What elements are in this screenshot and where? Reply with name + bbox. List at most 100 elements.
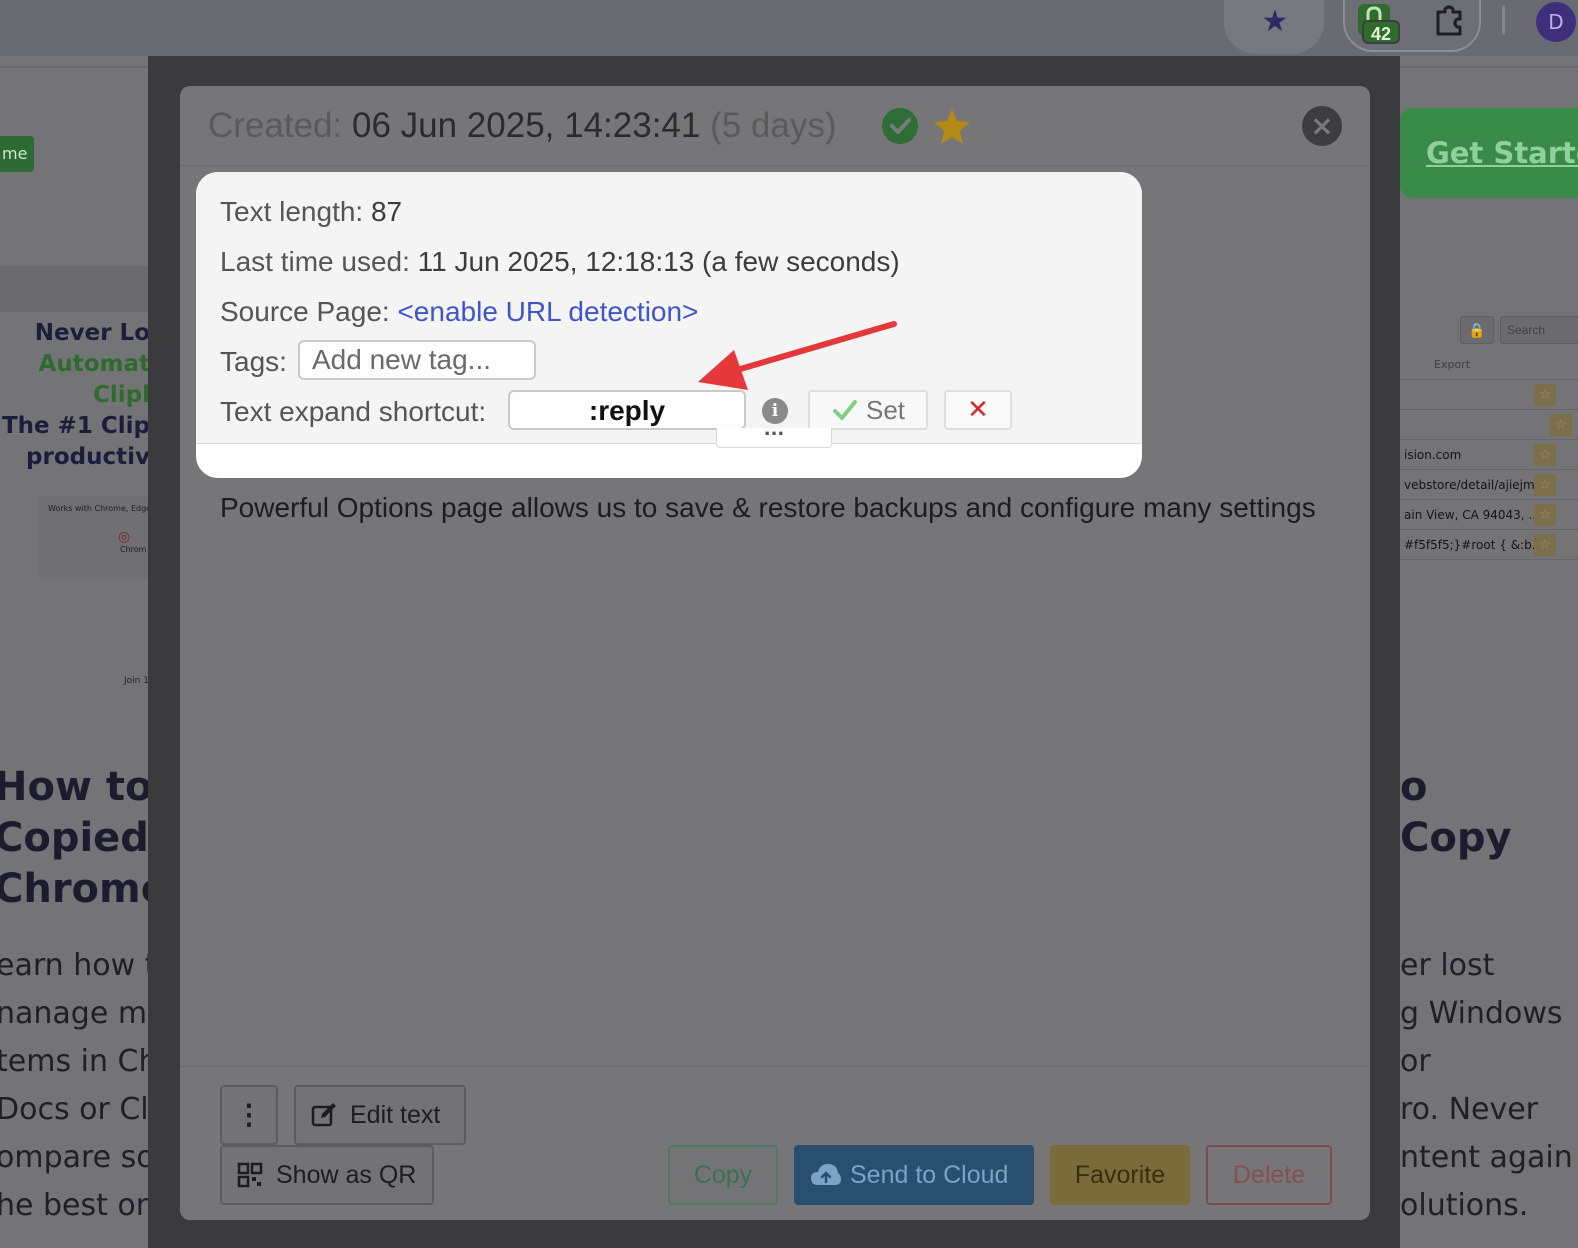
chrome-logo-icon: ◎ [118,529,131,545]
source-page-label: Source Page: [220,296,390,327]
clear-shortcut-button[interactable]: ✕ [944,390,1012,430]
created-value: 06 Jun 2025, 14:23:41 [351,106,701,145]
paragraph-line: er lost [1400,948,1495,983]
edit-text-label: Edit text [350,1101,441,1129]
star-icon: ☆ [1534,444,1556,466]
last-used-row: Last time used: 11 Jun 2025, 12:18:13 (a… [220,246,900,278]
qr-code-icon [237,1162,263,1188]
send-to-cloud-label: Send to Cloud [850,1161,1009,1189]
table-row: ain View, CA 94043, ... ☆ [1400,500,1578,530]
background-search: Search [1500,316,1578,344]
delete-button[interactable]: Delete [1206,1145,1332,1205]
card-caption: Works with Chrome, Edge, [48,504,150,513]
paragraph-line: Docs or Clip [0,1092,150,1127]
shortcut-input[interactable]: :reply [508,390,746,430]
star-icon: ☆ [1550,414,1572,436]
background-hero: Never Lo Automat Clipl The #1 Clip produ… [0,318,150,473]
annotation-arrow [698,321,897,390]
add-tag-input[interactable]: Add new tag... [298,340,536,380]
last-used-label: Last time used: [220,246,410,277]
heading-line: Copy [1400,815,1512,861]
enable-url-detection-link[interactable]: <enable URL detection> [397,296,698,327]
tags-label: Tags: [220,346,287,377]
check-icon [833,400,857,420]
close-button[interactable]: × [1302,106,1342,146]
collapse-info-handle[interactable]: ... [716,421,832,448]
set-shortcut-button[interactable]: Set [808,390,928,430]
created-timestamp: Created: 06 Jun 2025, 14:23:41 (5 days) [208,106,837,146]
text-length-label: Text length: [220,196,364,227]
browser-toolbar: ★ 42 D [0,0,1578,56]
paragraph-line: g Windows [1400,996,1563,1031]
hero-line: Never Lo [34,320,150,346]
lock-icon: 🔒 [1460,316,1494,344]
row-text: ain View, CA 94043, ... [1404,508,1540,522]
favorite-star-icon[interactable] [932,106,972,146]
text-length-value: 87 [370,196,403,227]
heading-line: o [1400,764,1428,810]
background-join-text: Join 1 [124,676,149,686]
shortcut-label: Text expand shortcut: [220,396,487,427]
paragraph-line: olutions. [1400,1188,1529,1223]
table-row: ☆ [1400,410,1578,440]
source-page-row: Source Page: <enable URL detection> [220,296,698,328]
edit-icon [311,1103,336,1127]
hero-line: The #1 Clip [1,413,150,439]
table-row: ision.com ☆ [1400,440,1578,470]
row-text: #f5f5f5;}#root { &:b... [1404,538,1544,552]
last-used-relative: (a few seconds) [702,246,900,277]
star-icon: ☆ [1534,504,1556,526]
heading-line: How to S [0,764,150,810]
background-table: 🔒 Search Export ☆ ☆ ision.com ☆ vebstore/… [1400,316,1578,576]
hero-line: Automat [38,351,150,377]
bookmark-star-icon[interactable]: ★ [1258,5,1292,39]
paragraph-line: he best one [0,1188,150,1223]
hero-line: Clipl [93,382,150,408]
table-row: #f5f5f5;}#root { &:b... ☆ [1400,530,1578,560]
table-row: vebstore/detail/ajiejm... ☆ [1400,470,1578,500]
row-text: vebstore/detail/ajiejm... [1404,478,1547,492]
text-length-row: Text length: 87 [220,196,402,228]
heading-line: Chrome [0,866,150,912]
dialog-header: Created: 06 Jun 2025, 14:23:41 (5 days) … [180,86,1370,166]
created-relative: (5 days) [710,106,837,145]
profile-avatar[interactable]: D [1536,2,1576,42]
edit-text-button[interactable]: Edit text [294,1085,466,1145]
clip-info-panel: Text length: 87 Last time used: 11 Jun 2… [196,172,1142,478]
background-badge: me [0,136,34,172]
background-paragraph-left: earn how to nanage mul tems in Chr Docs … [0,942,150,1230]
verified-check-icon [882,108,918,144]
more-options-button[interactable]: ⋮ [220,1085,278,1145]
background-heading-right: o Copy [1400,762,1578,864]
send-to-cloud-button[interactable]: Send to Cloud [794,1145,1034,1205]
row-text: ision.com [1404,448,1462,462]
toolbar-separator [1502,6,1505,34]
star-icon: ☆ [1534,474,1556,496]
extension-count-badge: 42 [1362,20,1400,44]
export-label: Export [1434,358,1471,371]
paragraph-line: tems in Chr [0,1044,150,1079]
extensions-puzzle-icon[interactable] [1432,4,1466,38]
paragraph-line: or [1400,1044,1431,1079]
created-label: Created: [208,106,343,145]
paragraph-line: earn how to [0,948,150,983]
background-heading-left: How to S Copied It Chrome [0,762,150,915]
favorite-button[interactable]: Favorite [1050,1145,1190,1205]
clip-info-body: Text length: 87 Last time used: 11 Jun 2… [196,172,1142,444]
show-as-qr-button[interactable]: Show as QR [220,1145,434,1205]
table-row: ☆ [1400,380,1578,410]
set-shortcut-label: Set [866,395,906,425]
table-toolbar: Export [1400,350,1578,380]
cloud-upload-icon [811,1164,841,1185]
paragraph-line: nanage mul [0,996,150,1031]
show-as-qr-label: Show as QR [276,1161,417,1189]
clip-content-text[interactable]: Powerful Options page allows us to save … [220,486,1340,529]
background-band [0,266,150,312]
background-paragraph-right: er lost g Windows or ro. Never ntent aga… [1400,942,1578,1230]
get-started-button[interactable]: Get Started [1400,108,1578,198]
paragraph-line: ompare sol [0,1140,150,1175]
star-icon: ☆ [1534,534,1556,556]
copy-button[interactable]: Copy [668,1145,778,1205]
dialog-footer: ⋮ Edit text Show as QR Copy Send to Clou… [180,1066,1370,1220]
star-icon: ☆ [1534,384,1556,406]
